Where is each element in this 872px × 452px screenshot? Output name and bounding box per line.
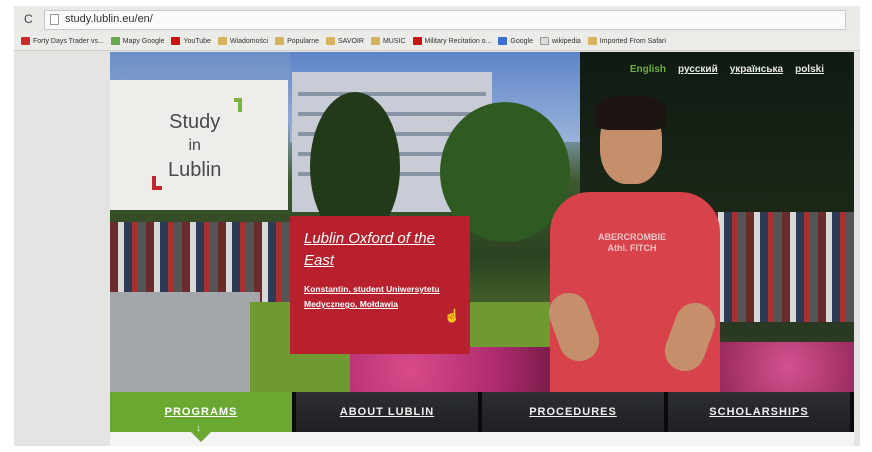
nav-item-programs[interactable]: PROGRAMS ↓	[110, 392, 296, 442]
logo-corner-red	[152, 176, 162, 190]
nav-item-procedures[interactable]: PROCEDURES	[482, 392, 668, 432]
folder-icon	[370, 37, 380, 45]
bookmark-item[interactable]: Mapy Google	[110, 37, 165, 45]
address-bar[interactable]: study.lublin.eu/en/	[44, 10, 846, 30]
study-lublin-page: ABERCROMBIE Athl. FITCH Study in Lublin …	[110, 52, 854, 446]
bookmark-icon	[412, 37, 422, 45]
study-in-lublin-logo[interactable]: Study in Lublin	[110, 80, 288, 210]
bookmark-icon	[171, 37, 181, 45]
nav-item-about-lublin[interactable]: ABOUT LUBLIN	[296, 392, 482, 432]
bookmark-item[interactable]: SAVOIR	[326, 37, 364, 45]
shirt-print: ABERCROMBIE Athl. FITCH	[597, 232, 666, 253]
folder-icon	[275, 37, 285, 45]
language-link[interactable]: English	[630, 64, 666, 75]
browser-toolbar: C study.lublin.eu/en/	[14, 6, 860, 32]
bookmark-item[interactable]: Military Recitation o...	[412, 37, 492, 45]
nav-item-label: PROGRAMS	[164, 406, 238, 418]
language-switcher: English русский українська polski	[618, 64, 824, 75]
bookmark-icon	[21, 37, 30, 45]
bookmark-label: SAVOIR	[338, 37, 364, 45]
logo-text: Study in Lublin	[168, 111, 222, 181]
hero-banner: ABERCROMBIE Athl. FITCH Study in Lublin …	[110, 52, 854, 392]
student-photo: ABERCROMBIE Athl. FITCH	[530, 96, 730, 392]
feature-box[interactable]: Lublin Oxford of the East Konstantin, st…	[290, 216, 470, 354]
folder-icon	[217, 37, 227, 45]
bookmark-icon	[110, 37, 120, 45]
language-link[interactable]: русский	[678, 64, 718, 75]
nav-item-label: PROCEDURES	[529, 406, 617, 418]
reload-icon[interactable]: C	[24, 12, 38, 26]
language-link[interactable]: українська	[730, 64, 783, 75]
folder-icon	[326, 37, 335, 45]
bookmark-label: Imported From Safari	[599, 37, 666, 45]
url-text[interactable]: study.lublin.eu/en/	[65, 13, 153, 25]
browser-window: C study.lublin.eu/en/ Forty Days Trader …	[14, 6, 860, 446]
walkway-image	[110, 292, 260, 392]
bookmark-item[interactable]: YouTube	[171, 37, 211, 45]
bookmark-item[interactable]: Wiadomości	[217, 37, 269, 45]
bookmark-item[interactable]: MUSIC	[370, 37, 406, 45]
main-navigation: PROGRAMS ↓ ABOUT LUBLIN PROCEDURES SCHOLARSH…	[110, 392, 854, 442]
bookmark-label: Mapy Google	[122, 37, 165, 45]
bookmark-item[interactable]: Popularne	[275, 37, 319, 45]
folder-icon	[587, 37, 597, 45]
bookmark-item[interactable]: wikipedia	[540, 37, 581, 45]
nav-item-label: SCHOLARSHIPS	[709, 406, 809, 418]
nav-item-label: ABOUT LUBLIN	[339, 406, 435, 418]
feature-subtitle-link[interactable]: Konstantin, student Uniwersytetu Medyczn…	[304, 282, 464, 312]
bookmark-label: YouTube	[183, 37, 211, 45]
bookmark-item[interactable]: Forty Days Trader vs...	[21, 37, 104, 45]
bookmark-label: Military Recitation o...	[424, 37, 492, 45]
student-hair	[596, 96, 666, 130]
nav-item-scholarships[interactable]: SCHOLARSHIPS	[668, 392, 854, 432]
bookmark-label: Google	[510, 37, 533, 45]
bookmark-icon	[498, 37, 508, 45]
bookmark-label: MUSIC	[382, 37, 406, 45]
bookmark-label: wikipedia	[552, 37, 581, 45]
language-link[interactable]: polski	[795, 64, 824, 75]
logo-corner-green	[234, 98, 242, 112]
down-arrow-icon: ↓	[196, 423, 202, 434]
bookmark-label: Popularne	[287, 37, 319, 45]
bookmarks-bar: Forty Days Trader vs... Mapy Google YouTub…	[14, 32, 860, 51]
students-crowd-image	[710, 212, 854, 322]
feature-title-link[interactable]: Lublin Oxford of the East	[304, 228, 464, 272]
hand-cursor-icon: ☝	[444, 308, 461, 323]
bookmark-label: Forty Days Trader vs...	[33, 37, 104, 45]
bookmark-icon	[540, 37, 549, 45]
bookmark-item[interactable]: Imported From Safari	[587, 37, 666, 45]
page-icon	[50, 14, 59, 25]
bookmark-label: Wiadomości	[229, 37, 269, 45]
bookmark-item[interactable]: Google	[498, 37, 533, 45]
